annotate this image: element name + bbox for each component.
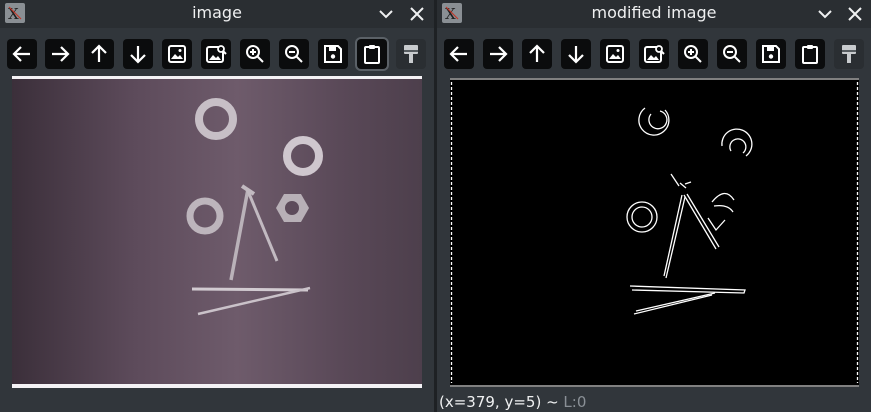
arrow-down-button[interactable] [123, 39, 153, 69]
toolbar [0, 34, 434, 72]
arrow-down-button[interactable] [561, 39, 591, 69]
zoom-out-icon [723, 45, 741, 63]
save-button[interactable] [756, 39, 786, 69]
zoom-in-icon [684, 45, 702, 63]
paint-brush-icon [404, 45, 418, 63]
arrow-down-icon [130, 46, 146, 64]
toolbar [437, 34, 871, 72]
window-title: image [192, 3, 242, 22]
clipboard-button[interactable] [357, 39, 387, 69]
arrow-right-button[interactable] [483, 39, 513, 69]
arrow-left-icon [449, 46, 467, 62]
modified-image-window: X modified image (x=379, y=5) ~ L:0 [437, 0, 871, 412]
image-search-icon [206, 45, 227, 63]
image-search-icon [644, 45, 665, 63]
clipboard-icon [802, 45, 818, 64]
image-button[interactable] [162, 39, 192, 69]
zoom-in-button[interactable] [240, 39, 270, 69]
window-menu-chevron-icon[interactable] [376, 4, 396, 24]
window-menu-chevron-icon[interactable] [815, 4, 835, 24]
modified-image[interactable] [450, 78, 859, 387]
zoom-in-button[interactable] [678, 39, 708, 69]
arrow-up-icon [529, 44, 545, 62]
close-icon[interactable] [407, 4, 427, 24]
arrow-right-icon [490, 46, 508, 62]
save-button[interactable] [318, 39, 348, 69]
save-icon [324, 45, 342, 63]
close-icon[interactable] [845, 4, 865, 24]
clipboard-button[interactable] [795, 39, 825, 69]
arrow-left-button[interactable] [7, 39, 37, 69]
image-icon [606, 45, 624, 63]
arrow-up-button[interactable] [522, 39, 552, 69]
image-icon [168, 45, 186, 63]
image-button[interactable] [600, 39, 630, 69]
window-title: modified image [591, 3, 717, 22]
zoom-in-icon [246, 45, 264, 63]
arrow-left-icon [12, 46, 30, 62]
zoom-level: L:0 [563, 393, 587, 411]
paint-brush-button[interactable] [834, 39, 864, 69]
arrow-right-button[interactable] [45, 39, 75, 69]
paint-brush-icon [842, 45, 856, 63]
arrow-down-icon [568, 46, 584, 64]
paint-brush-button[interactable] [396, 39, 426, 69]
cursor-coordinates: (x=379, y=5) ~ [439, 393, 564, 411]
image-search-button[interactable] [201, 39, 231, 69]
arrow-left-button[interactable] [444, 39, 474, 69]
source-image[interactable] [12, 76, 422, 388]
zoom-out-button[interactable] [717, 39, 747, 69]
save-icon [762, 45, 780, 63]
zoom-out-icon [285, 45, 303, 63]
arrow-up-button[interactable] [84, 39, 114, 69]
title-bar: X image [0, 0, 434, 28]
image-window: X image [0, 0, 434, 412]
status-bar: (x=379, y=5) ~ L:0 [439, 392, 586, 412]
arrow-up-icon [91, 44, 107, 62]
zoom-out-button[interactable] [279, 39, 309, 69]
title-bar: X modified image [437, 0, 871, 28]
clipboard-icon [364, 45, 380, 64]
arrow-right-icon [52, 46, 70, 62]
image-search-button[interactable] [639, 39, 669, 69]
